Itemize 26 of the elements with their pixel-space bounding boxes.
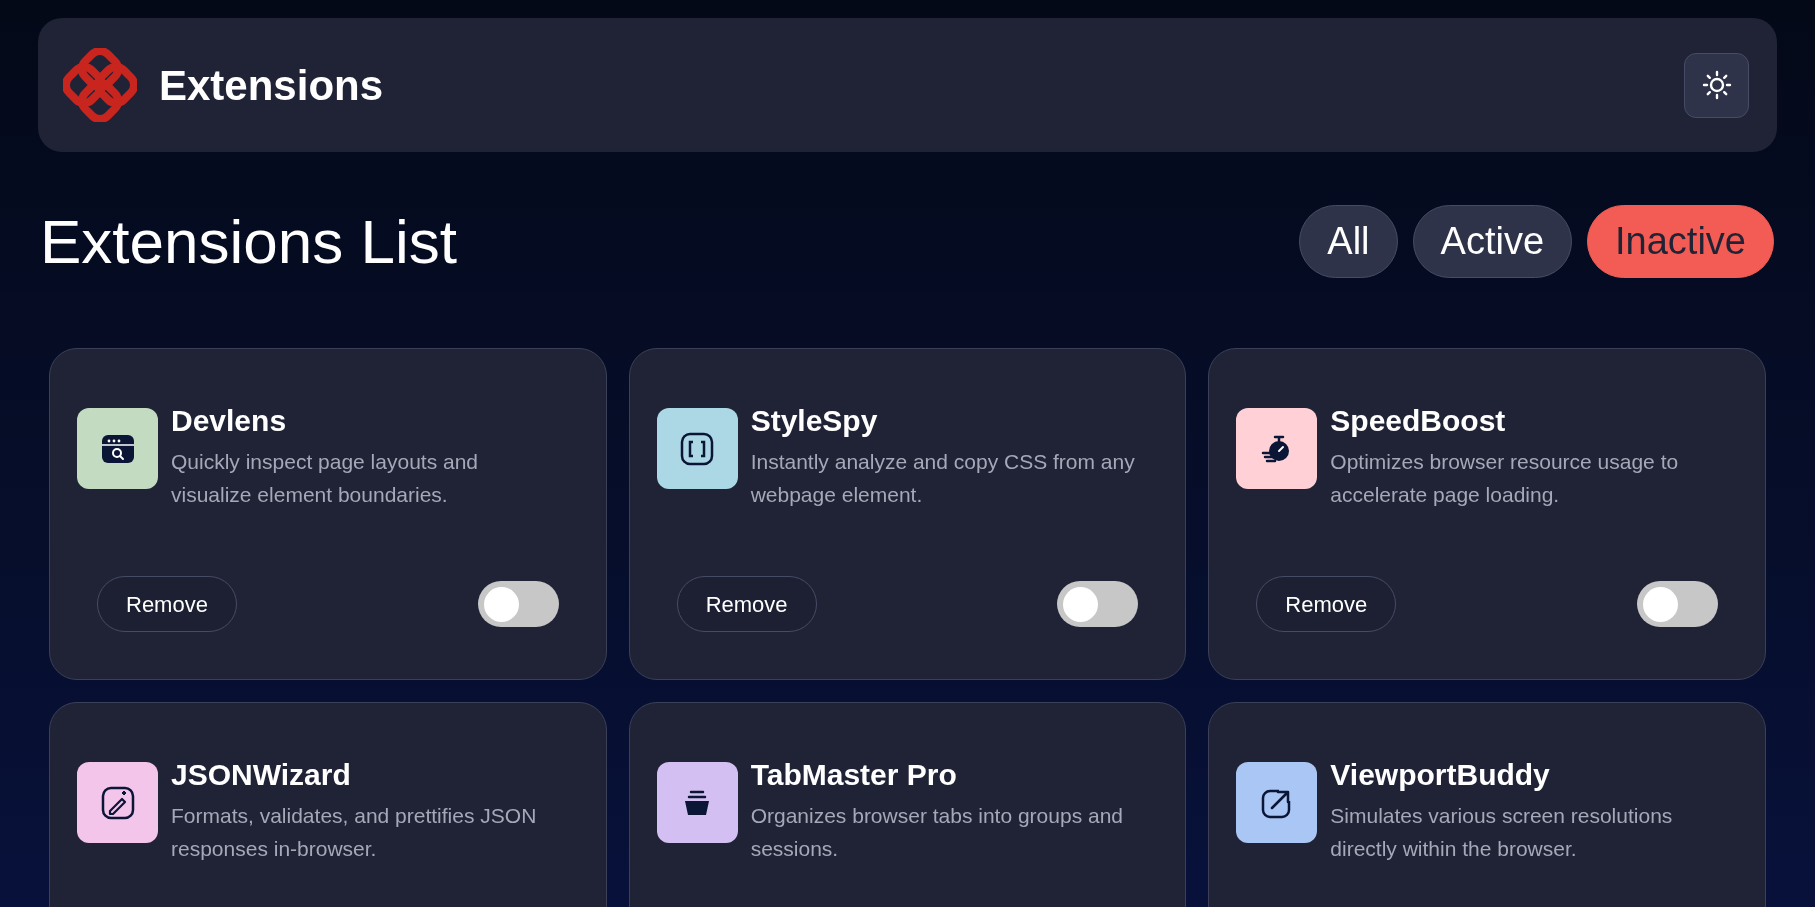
toggle-switch[interactable] bbox=[477, 581, 559, 627]
extension-description: Optimizes browser resource usage to accelerate page loading. bbox=[1330, 449, 1680, 508]
extension-description: Formats, validates, and prettifies JSON responses in-browser. bbox=[171, 803, 538, 862]
filter-tab[interactable]: All bbox=[1299, 205, 1398, 278]
extension-description: Instantly analyze and copy CSS from any webpage element. bbox=[750, 449, 1136, 508]
extension-name: SpeedBoost bbox=[1330, 403, 1507, 439]
extension-description: Organizes browser tabs into groups and sessions. bbox=[750, 803, 1125, 862]
extension-name: ViewportBuddy bbox=[1330, 757, 1551, 793]
toggle-switch[interactable] bbox=[1637, 581, 1718, 627]
extension-name: JSONWizard bbox=[171, 757, 352, 793]
remove-button[interactable]: Remove bbox=[1256, 576, 1397, 632]
extension-name: Devlens bbox=[171, 403, 288, 439]
section-heading: Extensions List bbox=[40, 206, 457, 278]
extension-description: Simulates various screen resolutions directly within the browser. bbox=[1330, 803, 1674, 862]
toggle-switch[interactable] bbox=[1057, 581, 1139, 627]
remove-button[interactable]: Remove bbox=[97, 576, 237, 632]
filter-tab[interactable]: Active bbox=[1412, 205, 1573, 278]
extension-description: Quickly inspect page layouts and visualize element boundaries. bbox=[171, 449, 479, 508]
remove-button[interactable]: Remove bbox=[676, 576, 817, 632]
extension-name: TabMaster Pro bbox=[750, 757, 958, 793]
logo-icon bbox=[63, 48, 137, 122]
theme-toggle-button[interactable] bbox=[1684, 52, 1749, 118]
sun-icon bbox=[1701, 70, 1732, 100]
app-title: Extensions bbox=[159, 60, 384, 111]
extension-name: StyleSpy bbox=[750, 403, 879, 439]
filter-tab[interactable]: Inactive bbox=[1587, 205, 1774, 278]
